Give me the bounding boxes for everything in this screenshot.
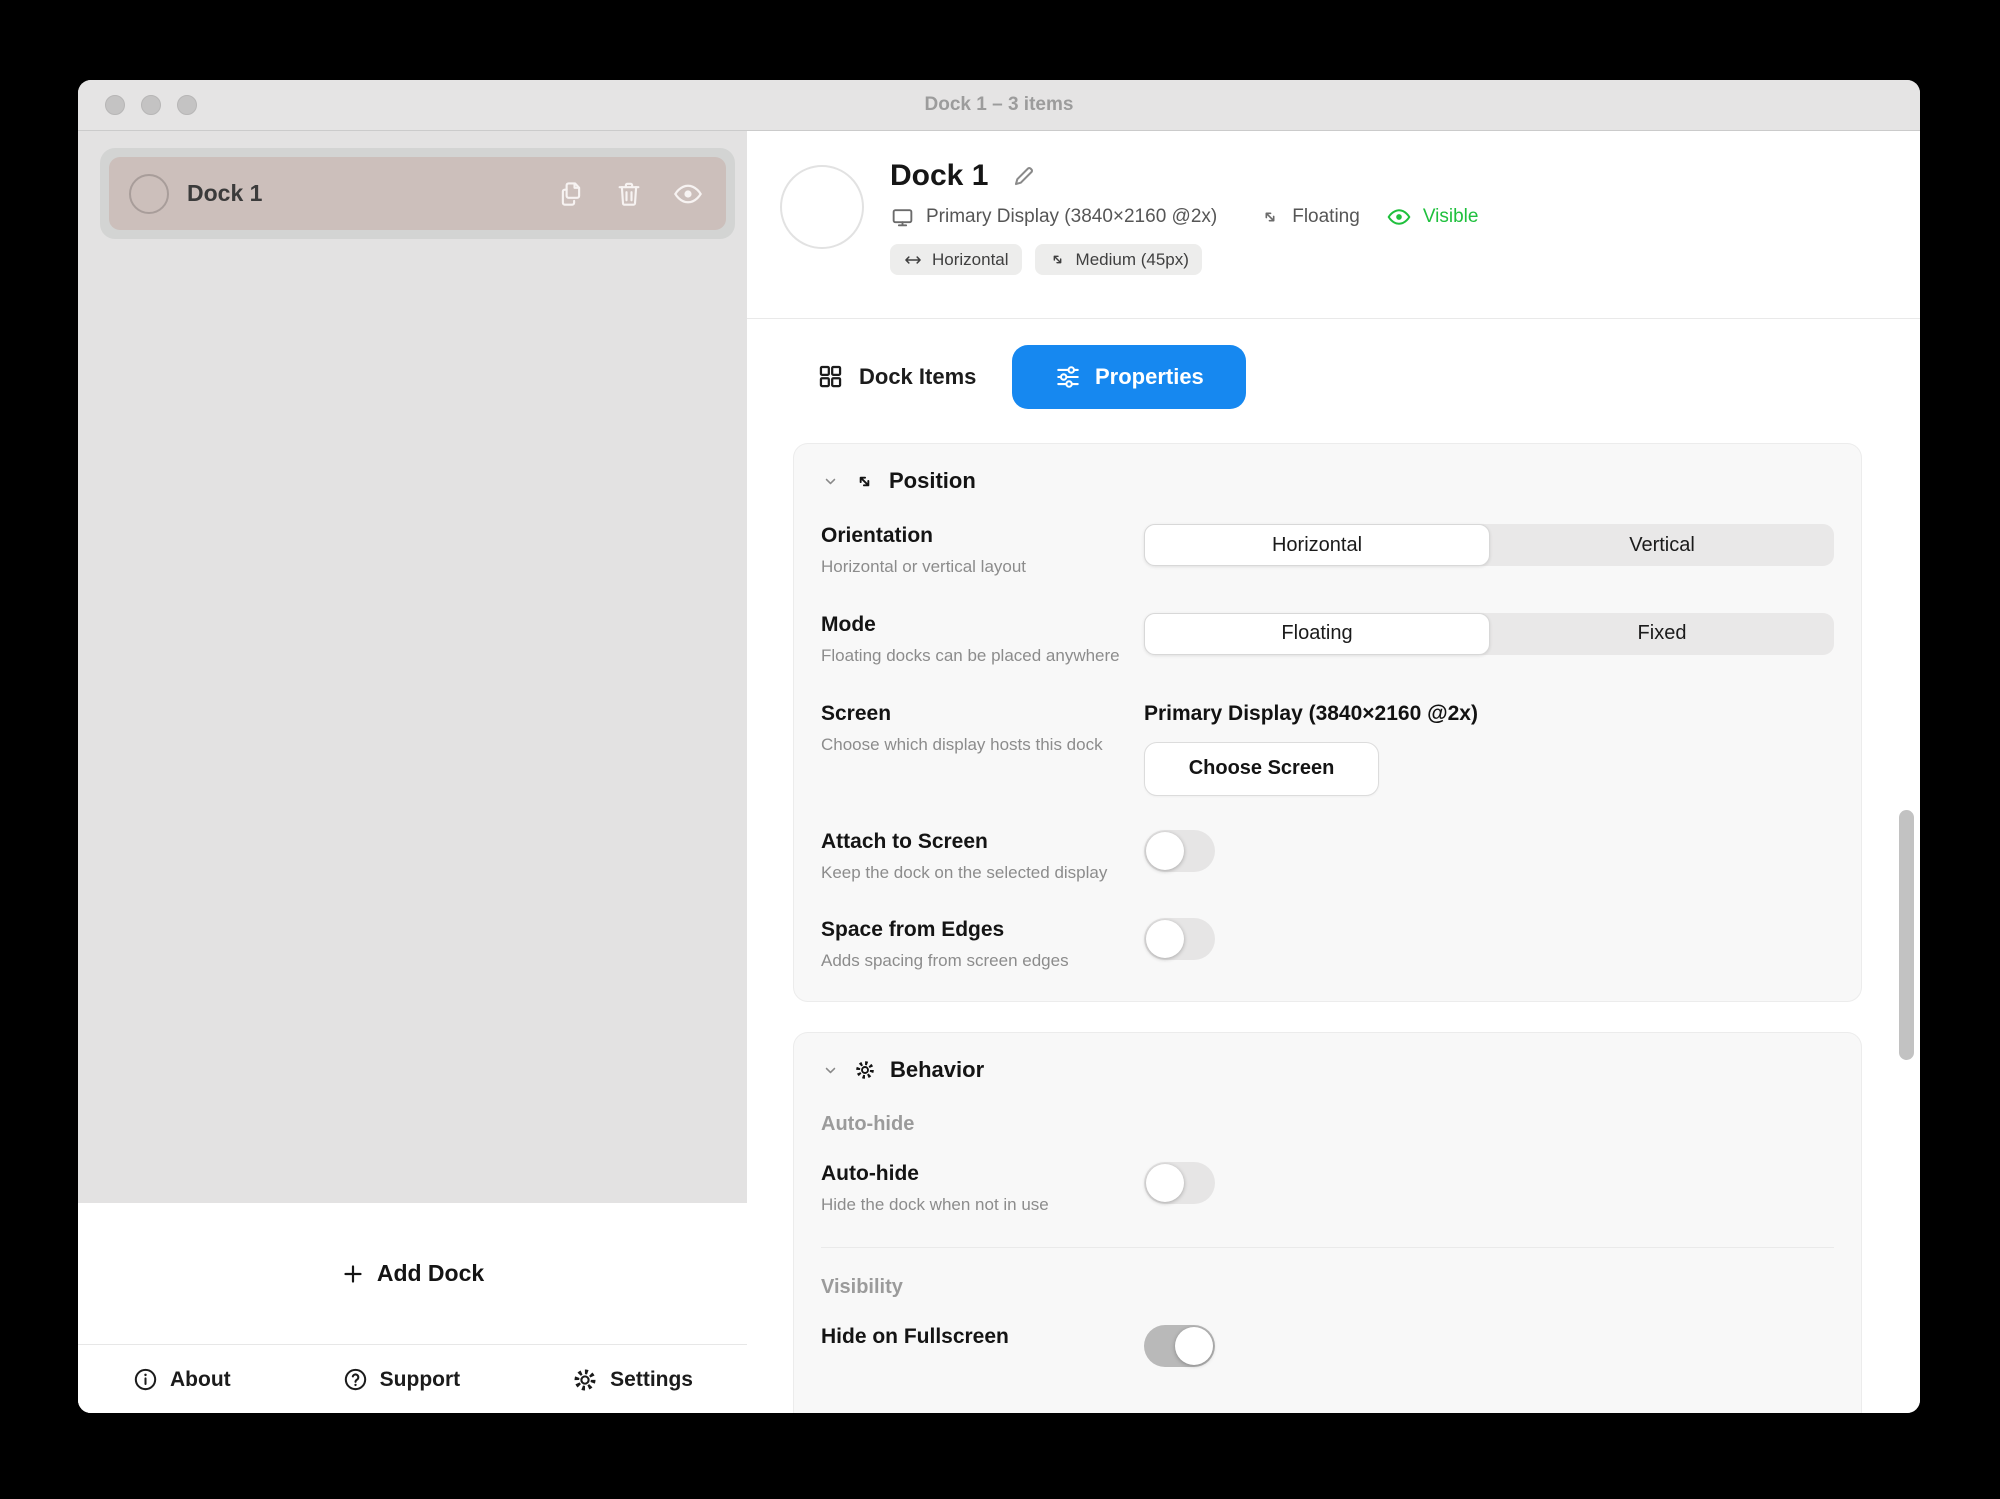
auto-hide-group-label: Auto-hide — [821, 1113, 1834, 1136]
badge-row: Horizontal Medium (45px) — [890, 244, 1478, 275]
window-controls — [105, 80, 197, 130]
visibility-value: Visible — [1423, 206, 1479, 228]
support-button[interactable]: Support — [336, 1365, 466, 1394]
position-section: Position Orientation Horizontal or verti… — [793, 443, 1862, 1002]
tab-properties[interactable]: Properties — [1012, 345, 1246, 409]
visible-eye-icon[interactable] — [1386, 204, 1412, 230]
app-window: Dock 1 – 3 items Dock 1 — [78, 80, 1920, 1413]
auto-hide-row: Auto-hide Hide the dock when not in use — [821, 1162, 1834, 1217]
attach-to-screen-label: Attach to Screen — [821, 830, 1124, 854]
space-from-edges-label: Space from Edges — [821, 918, 1124, 942]
orientation-option-horizontal[interactable]: Horizontal — [1144, 524, 1490, 566]
mode-segmented-control: Floating Fixed — [1144, 613, 1834, 655]
mode-option-floating[interactable]: Floating — [1144, 613, 1490, 655]
sliders-icon — [1055, 364, 1081, 390]
auto-hide-label: Auto-hide — [821, 1162, 1124, 1186]
properties-scroll-area[interactable]: Position Orientation Horizontal or verti… — [747, 434, 1920, 1413]
question-icon — [342, 1366, 369, 1393]
space-from-edges-description: Adds spacing from screen edges — [821, 949, 1121, 973]
dock-color-circle — [129, 174, 169, 214]
dock-meta-row: Primary Display (3840×2160 @2x) Floating — [890, 204, 1478, 230]
close-button[interactable] — [105, 95, 125, 115]
mode-row: Mode Floating docks can be placed anywhe… — [821, 613, 1834, 668]
sidebar-bottom: Add Dock About — [78, 1203, 747, 1413]
desktop-background: { "window": { "title": "Dock 1 – 3 items… — [0, 0, 2000, 1499]
orientation-row: Orientation Horizontal or vertical layou… — [821, 524, 1834, 579]
trash-icon[interactable] — [614, 179, 644, 209]
orientation-description: Horizontal or vertical layout — [821, 555, 1121, 579]
hide-on-fullscreen-label: Hide on Fullscreen — [821, 1325, 1124, 1349]
info-icon — [132, 1366, 159, 1393]
plus-icon — [341, 1262, 365, 1286]
sidebar-footer: About Support — [78, 1344, 747, 1413]
attach-to-screen-row: Attach to Screen Keep the dock on the se… — [821, 830, 1834, 885]
dock-header: Dock 1 — [747, 131, 1920, 319]
hide-on-fullscreen-row: Hide on Fullscreen — [821, 1325, 1834, 1367]
eye-icon[interactable] — [672, 178, 704, 210]
mode-option-fixed[interactable]: Fixed — [1490, 613, 1834, 655]
size-badge: Medium (45px) — [1035, 244, 1202, 275]
left-right-arrow-icon — [903, 250, 923, 270]
duplicate-icon[interactable] — [556, 179, 586, 209]
screen-value: Primary Display (3840×2160 @2x) — [1144, 702, 1834, 726]
dock-item-label: Dock 1 — [187, 180, 538, 207]
display-value: Primary Display (3840×2160 @2x) — [926, 206, 1217, 228]
minimize-button[interactable] — [141, 95, 161, 115]
orientation-option-vertical[interactable]: Vertical — [1490, 524, 1834, 566]
space-from-edges-toggle[interactable] — [1144, 918, 1215, 960]
edit-pencil-icon[interactable] — [1010, 163, 1037, 190]
section-divider — [821, 1247, 1834, 1248]
space-from-edges-row: Space from Edges Adds spacing from scree… — [821, 918, 1834, 973]
floating-arrows-icon — [1259, 206, 1281, 228]
settings-button[interactable]: Settings — [565, 1365, 699, 1395]
grid-icon — [817, 363, 844, 390]
gear-icon — [571, 1366, 599, 1394]
orientation-segmented-control: Horizontal Vertical — [1144, 524, 1834, 566]
chevron-down-icon — [821, 472, 840, 491]
zoom-button[interactable] — [177, 95, 197, 115]
attach-to-screen-toggle[interactable] — [1144, 830, 1215, 872]
auto-hide-description: Hide the dock when not in use — [821, 1193, 1121, 1217]
choose-screen-button[interactable]: Choose Screen — [1144, 742, 1379, 796]
dock-list-container: Dock 1 — [100, 148, 735, 239]
window-title: Dock 1 – 3 items — [925, 94, 1074, 116]
dock-avatar — [780, 165, 864, 249]
tab-dock-items[interactable]: Dock Items — [811, 362, 982, 391]
position-icon — [853, 470, 876, 493]
add-dock-button[interactable]: Add Dock — [78, 1203, 747, 1344]
view-tabs: Dock Items Properties — [747, 319, 1920, 434]
behavior-section: Behavior Auto-hide Auto-hide Hide the do… — [793, 1032, 1862, 1413]
attach-to-screen-description: Keep the dock on the selected display — [821, 861, 1121, 885]
dock-list: Dock 1 — [78, 131, 747, 239]
orientation-label: Orientation — [821, 524, 1124, 548]
about-button[interactable]: About — [126, 1365, 237, 1394]
screen-label: Screen — [821, 702, 1124, 726]
diagonal-arrows-icon — [1048, 250, 1067, 269]
screen-description: Choose which display hosts this dock — [821, 733, 1121, 757]
dock-list-item-selected[interactable]: Dock 1 — [109, 157, 726, 230]
chevron-down-icon — [821, 1061, 840, 1080]
behavior-section-header[interactable]: Behavior — [821, 1057, 1834, 1083]
behavior-gear-icon — [853, 1058, 877, 1082]
sidebar: Dock 1 — [78, 131, 747, 1413]
dock-title: Dock 1 — [890, 159, 988, 193]
mode-description: Floating docks can be placed anywhere — [821, 644, 1121, 668]
visibility-group-label: Visibility — [821, 1276, 1834, 1299]
main-panel: Dock 1 — [747, 131, 1920, 1413]
mode-label: Mode — [821, 613, 1124, 637]
mode-value: Floating — [1292, 206, 1360, 228]
screen-row: Screen Choose which display hosts this d… — [821, 702, 1834, 796]
hide-on-fullscreen-toggle[interactable] — [1144, 1325, 1215, 1367]
window-titlebar: Dock 1 – 3 items — [78, 80, 1920, 131]
scrollbar-thumb[interactable] — [1899, 810, 1914, 1060]
auto-hide-toggle[interactable] — [1144, 1162, 1215, 1204]
position-section-header[interactable]: Position — [821, 468, 1834, 494]
display-icon — [890, 205, 915, 230]
orientation-badge: Horizontal — [890, 244, 1022, 275]
